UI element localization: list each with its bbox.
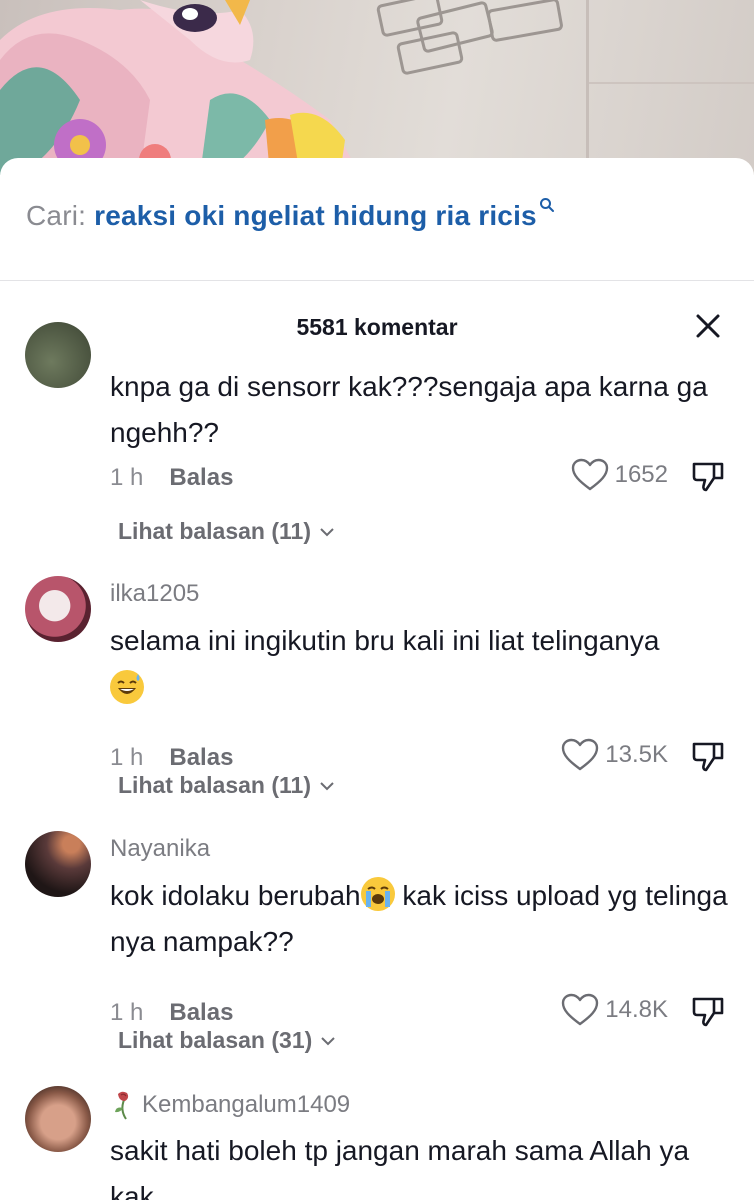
comment-time: 1 h bbox=[110, 999, 144, 1026]
avatar[interactable] bbox=[25, 322, 91, 388]
comment-text: knpa ga di sensorr kak???sengaja apa kar… bbox=[110, 371, 708, 448]
view-replies-label: Lihat balasan (31) bbox=[118, 1027, 313, 1053]
reply-button[interactable]: Balas bbox=[169, 464, 233, 492]
divider bbox=[0, 280, 754, 281]
dislike-icon[interactable] bbox=[690, 458, 726, 494]
comment-text-body: selama ini ingikutin bru kali ini liat t… bbox=[110, 625, 660, 656]
wall-seam bbox=[586, 0, 589, 175]
comment-text-before-emoji: kok idolaku berubah bbox=[110, 880, 361, 911]
view-replies-button[interactable]: Lihat balasan (11) bbox=[118, 772, 335, 799]
heart-icon bbox=[562, 738, 599, 771]
dislike-icon[interactable] bbox=[690, 993, 726, 1029]
comment-time: 1 h bbox=[110, 464, 144, 491]
comment-meta: 1 h Balas bbox=[110, 464, 233, 492]
comment-text: selama ini ingikutin bru kali ini liat t… bbox=[110, 618, 730, 710]
comment-text: sakit hati boleh tp jangan marah sama Al… bbox=[110, 1135, 690, 1200]
search-prefix: Cari: bbox=[26, 200, 87, 231]
comment-text: kok idolaku berubah kak iciss upload yg … bbox=[110, 873, 730, 965]
comment-time: 1 h bbox=[110, 744, 144, 771]
related-search-link[interactable]: Cari: reaksi oki ngeliat hidung ria rici… bbox=[26, 198, 555, 240]
like-button[interactable]: 1652 bbox=[571, 458, 668, 492]
username[interactable]: Kembangalum1409 bbox=[110, 1090, 350, 1120]
avatar[interactable] bbox=[25, 1086, 91, 1152]
username-text: Kembangalum1409 bbox=[142, 1091, 351, 1118]
crying-emoji bbox=[360, 877, 395, 911]
wilted-rose-icon bbox=[115, 1091, 129, 1120]
chevron-down-icon bbox=[320, 781, 334, 790]
reply-button[interactable]: Balas bbox=[169, 744, 233, 772]
view-replies-label: Lihat balasan (11) bbox=[118, 518, 312, 544]
reply-button[interactable]: Balas bbox=[169, 999, 233, 1027]
wall-seam bbox=[589, 82, 754, 84]
like-button[interactable]: 14.8K bbox=[561, 993, 668, 1027]
unicorn-balloon-image bbox=[0, 0, 360, 175]
comment-sheet: Cari: reaksi oki ngeliat hidung ria rici… bbox=[0, 158, 754, 1200]
chevron-down-icon bbox=[321, 1036, 335, 1045]
view-replies-label: Lihat balasan (11) bbox=[118, 772, 312, 798]
ceiling-light-fixture bbox=[376, 0, 563, 75]
close-icon[interactable] bbox=[690, 308, 726, 344]
username[interactable]: Nayanika bbox=[110, 835, 210, 863]
heart-icon bbox=[562, 993, 599, 1026]
heart-icon bbox=[571, 458, 608, 491]
search-icon bbox=[539, 198, 554, 212]
like-count: 1652 bbox=[614, 461, 668, 488]
comment-meta: 1 h Balas bbox=[110, 744, 233, 772]
search-query[interactable]: reaksi oki ngeliat hidung ria ricis bbox=[94, 200, 537, 232]
grinning-sweat-emoji bbox=[110, 670, 144, 704]
dislike-icon[interactable] bbox=[690, 738, 726, 774]
comment-meta: 1 h Balas bbox=[110, 999, 233, 1027]
avatar[interactable] bbox=[25, 576, 91, 642]
view-replies-button[interactable]: Lihat balasan (31) bbox=[118, 1027, 336, 1054]
avatar[interactable] bbox=[25, 831, 91, 897]
like-button[interactable]: 13.5K bbox=[561, 738, 668, 772]
view-replies-button[interactable]: Lihat balasan (11) bbox=[118, 518, 335, 545]
like-count: 14.8K bbox=[605, 996, 668, 1023]
comment-count-title: 5581 komentar bbox=[296, 314, 458, 340]
username[interactable]: ilka1205 bbox=[110, 580, 199, 608]
like-count: 13.5K bbox=[605, 741, 668, 768]
chevron-down-icon bbox=[320, 527, 334, 536]
video-preview[interactable] bbox=[0, 0, 754, 175]
